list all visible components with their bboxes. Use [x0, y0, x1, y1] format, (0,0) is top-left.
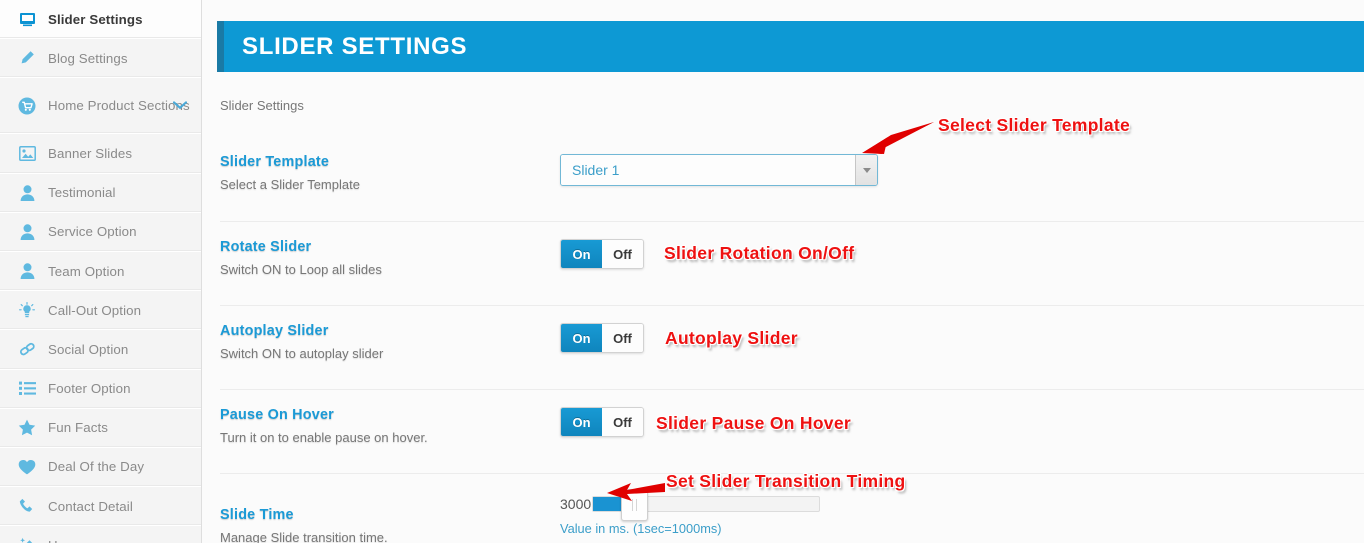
annotation-slider-pause-on-hover: Slider Pause On Hover — [656, 413, 851, 434]
user-icon — [14, 224, 40, 240]
setting-label-group: Slider Template Select a Slider Template — [220, 154, 560, 221]
sidebar-item-label: Contact Detail — [48, 498, 133, 514]
sidebar-item-label: Service Option — [48, 224, 137, 240]
magic-wand-icon — [14, 537, 40, 543]
pencil-icon — [14, 50, 40, 66]
user-icon — [14, 263, 40, 280]
setting-description: Manage Slide transition time. — [220, 530, 388, 543]
sidebar-item-label: Blog Settings — [48, 50, 128, 66]
sidebar: Slider Settings Blog Settings Home Produ… — [0, 0, 202, 543]
toggle-on-option[interactable]: On — [561, 324, 602, 352]
slide-time-hint: Value in ms. (1sec=1000ms) — [560, 521, 722, 536]
sidebar-item-label: Footer Option — [48, 381, 131, 397]
page-title: SLIDER SETTINGS — [242, 32, 468, 60]
annotation-arrow-slide-time — [605, 480, 667, 506]
sidebar-item-label: Banner Slides — [48, 145, 133, 161]
setting-row-slider-template: Slider Template Select a Slider Template… — [220, 137, 1364, 221]
slider-template-select[interactable]: Slider 1 — [560, 154, 878, 186]
sidebar-item-label: Slider Settings — [48, 11, 143, 27]
autoplay-slider-toggle[interactable]: On Off — [560, 323, 644, 353]
app-window: Slider Settings Blog Settings Home Produ… — [0, 0, 1364, 543]
setting-description: Switch ON to autoplay slider — [220, 346, 384, 361]
sidebar-item-footer-option[interactable]: Footer Option — [0, 369, 201, 409]
setting-label-group: Pause On Hover Turn it on to enable paus… — [220, 407, 560, 473]
sidebar-item-blog-settings[interactable]: Blog Settings — [0, 39, 201, 79]
toggle-on-option[interactable]: On — [561, 408, 602, 436]
star-icon — [14, 419, 40, 436]
annotation-set-slider-transition-timing: Set Slider Transition Timing — [666, 471, 906, 492]
setting-description: Turn it on to enable pause on hover. — [220, 430, 428, 445]
sidebar-item-testimonial[interactable]: Testimonial — [0, 173, 201, 213]
phone-icon — [14, 498, 40, 514]
sidebar-item-home-page[interactable]: Home page — [0, 526, 201, 543]
annotation-select-slider-template: Select Slider Template — [938, 115, 1131, 136]
annotation-slider-rotation-on-off: Slider Rotation On/Off — [664, 243, 855, 264]
image-icon — [14, 146, 40, 161]
toggle-on-option[interactable]: On — [561, 240, 602, 268]
cart-circle-icon — [14, 97, 40, 115]
sidebar-item-label: Home Product Sections — [48, 98, 190, 114]
sidebar-item-label: Call-Out Option — [48, 302, 142, 318]
sidebar-item-fun-facts[interactable]: Fun Facts — [0, 408, 201, 448]
toggle-off-option[interactable]: Off — [602, 324, 643, 352]
list-icon — [14, 381, 40, 396]
monitor-icon — [14, 12, 40, 27]
sidebar-item-label: Fun Facts — [48, 420, 109, 436]
sidebar-item-label: Team Option — [48, 263, 125, 279]
setting-label-group: Rotate Slider Switch ON to Loop all slid… — [220, 239, 560, 305]
sidebar-item-team-option[interactable]: Team Option — [0, 251, 201, 292]
sidebar-item-label: Home page — [40, 537, 118, 543]
sidebar-item-label: Deal Of the Day — [48, 459, 145, 475]
sidebar-item-contact-detail[interactable]: Contact Detail — [0, 487, 201, 527]
lightbulb-icon — [14, 301, 40, 319]
select-value: Slider 1 — [561, 155, 855, 185]
heart-icon — [14, 459, 40, 475]
setting-title: Slider Template — [220, 154, 330, 170]
sidebar-item-home-product-sections[interactable]: Home Product Sections — [0, 78, 201, 135]
slide-time-value: 3000 — [560, 496, 592, 512]
user-icon — [14, 184, 40, 201]
pause-on-hover-toggle[interactable]: On Off — [560, 407, 644, 437]
setting-title: Slide Time — [220, 507, 294, 523]
setting-description: Select a Slider Template — [220, 177, 360, 192]
annotation-autoplay-slider: Autoplay Slider — [665, 328, 798, 349]
setting-title: Pause On Hover — [220, 407, 334, 423]
chevron-down-icon[interactable] — [172, 97, 188, 115]
setting-control-group: Slider 1 — [560, 154, 1364, 221]
breadcrumb: Slider Settings — [220, 98, 304, 113]
sidebar-item-call-out-option[interactable]: Call-Out Option — [0, 291, 201, 331]
sidebar-item-social-option[interactable]: Social Option — [0, 330, 201, 370]
sidebar-item-deal-of-the-day[interactable]: Deal Of the Day — [0, 447, 201, 488]
setting-control-group: 3000 Value in ms. (1sec=1000ms) — [560, 489, 1364, 543]
setting-label-group: Autoplay Slider Switch ON to autoplay sl… — [220, 323, 560, 389]
setting-title: Autoplay Slider — [220, 323, 329, 339]
sidebar-item-label: Social Option — [48, 341, 129, 357]
page-header-banner: SLIDER SETTINGS — [217, 21, 1364, 72]
slide-time-slider[interactable]: 3000 — [560, 489, 1364, 521]
toggle-off-option[interactable]: Off — [602, 240, 643, 268]
rotate-slider-toggle[interactable]: On Off — [560, 239, 644, 269]
setting-label-group: Slide Time Manage Slide transition time. — [220, 496, 560, 543]
annotation-arrow-select-template — [858, 118, 936, 166]
main-content: SLIDER SETTINGS Slider Settings Slider T… — [202, 0, 1364, 543]
setting-description: Switch ON to Loop all slides — [220, 262, 382, 277]
sidebar-item-banner-slides[interactable]: Banner Slides — [0, 134, 201, 174]
sidebar-item-label: Testimonial — [48, 185, 116, 201]
sidebar-item-service-option[interactable]: Service Option — [0, 212, 201, 252]
link-icon — [14, 341, 40, 357]
setting-title: Rotate Slider — [220, 239, 312, 255]
toggle-off-option[interactable]: Off — [602, 408, 643, 436]
sidebar-item-slider-settings[interactable]: Slider Settings — [0, 0, 201, 40]
